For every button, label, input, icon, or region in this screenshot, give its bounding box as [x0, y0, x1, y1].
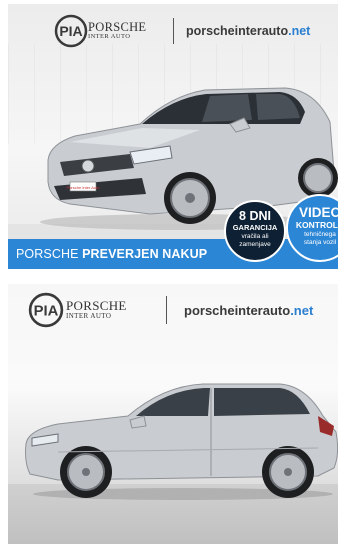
- guarantee-badge: 8 DNI GARANCIJA vračila ali zamenjave: [224, 200, 286, 262]
- website-name: porscheinterauto: [184, 303, 291, 318]
- guarantee-badge-line2: zamenjave: [239, 241, 271, 248]
- website-tld: .net: [288, 24, 311, 38]
- porsche-inter-auto-logo-icon: PIA: [54, 14, 88, 48]
- listing-image-front[interactable]: PIA PORSCHE INTER AUTO porscheinterauto.…: [8, 4, 338, 269]
- banner-text-bold: PREVERJEN NAKUP: [82, 247, 208, 261]
- volkswagen-emblem-icon: [81, 159, 95, 173]
- guarantee-badge-line1: vračila ali: [241, 233, 269, 240]
- porsche-inter-auto-logo-icon: PIA: [28, 292, 64, 328]
- video-badge-subtitle: KONTROLA: [295, 220, 338, 230]
- header-divider: [166, 296, 167, 324]
- brand-line2: INTER AUTO: [66, 312, 112, 320]
- car-side-profile: [25, 383, 338, 500]
- listing-image-side[interactable]: PIA PORSCHE INTER AUTO porscheinterauto.…: [8, 284, 338, 544]
- website-tld: .net: [290, 303, 314, 318]
- guarantee-badge-title: 8 DNI: [239, 209, 271, 223]
- brand-name: PORSCHE INTER AUTO: [66, 298, 127, 320]
- website-url: porscheinterauto.net: [186, 24, 310, 38]
- website-name: porscheinterauto: [186, 24, 289, 38]
- brand-line1: PORSCHE: [88, 20, 147, 34]
- svg-text:PIA: PIA: [34, 303, 59, 319]
- guarantee-badge-subtitle: GARANCIJA: [232, 223, 278, 232]
- brand-line1: PORSCHE: [66, 298, 127, 313]
- license-plate: Porsche Inter Auto: [67, 185, 101, 190]
- banner-text: PORSCHE PREVERJEN NAKUP: [16, 247, 207, 261]
- brand-line2: INTER AUTO: [88, 33, 131, 40]
- video-badge-line1: tehničnega: [304, 231, 336, 238]
- website-url: porscheinterauto.net: [184, 303, 313, 318]
- video-badge-title: VIDEO: [298, 205, 338, 220]
- header-divider: [173, 18, 174, 44]
- banner-text-normal: PORSCHE: [16, 247, 83, 261]
- brand-name: PORSCHE INTER AUTO: [88, 21, 146, 41]
- svg-text:PIA: PIA: [59, 23, 82, 39]
- video-badge-line2: stanja vozil: [303, 239, 337, 246]
